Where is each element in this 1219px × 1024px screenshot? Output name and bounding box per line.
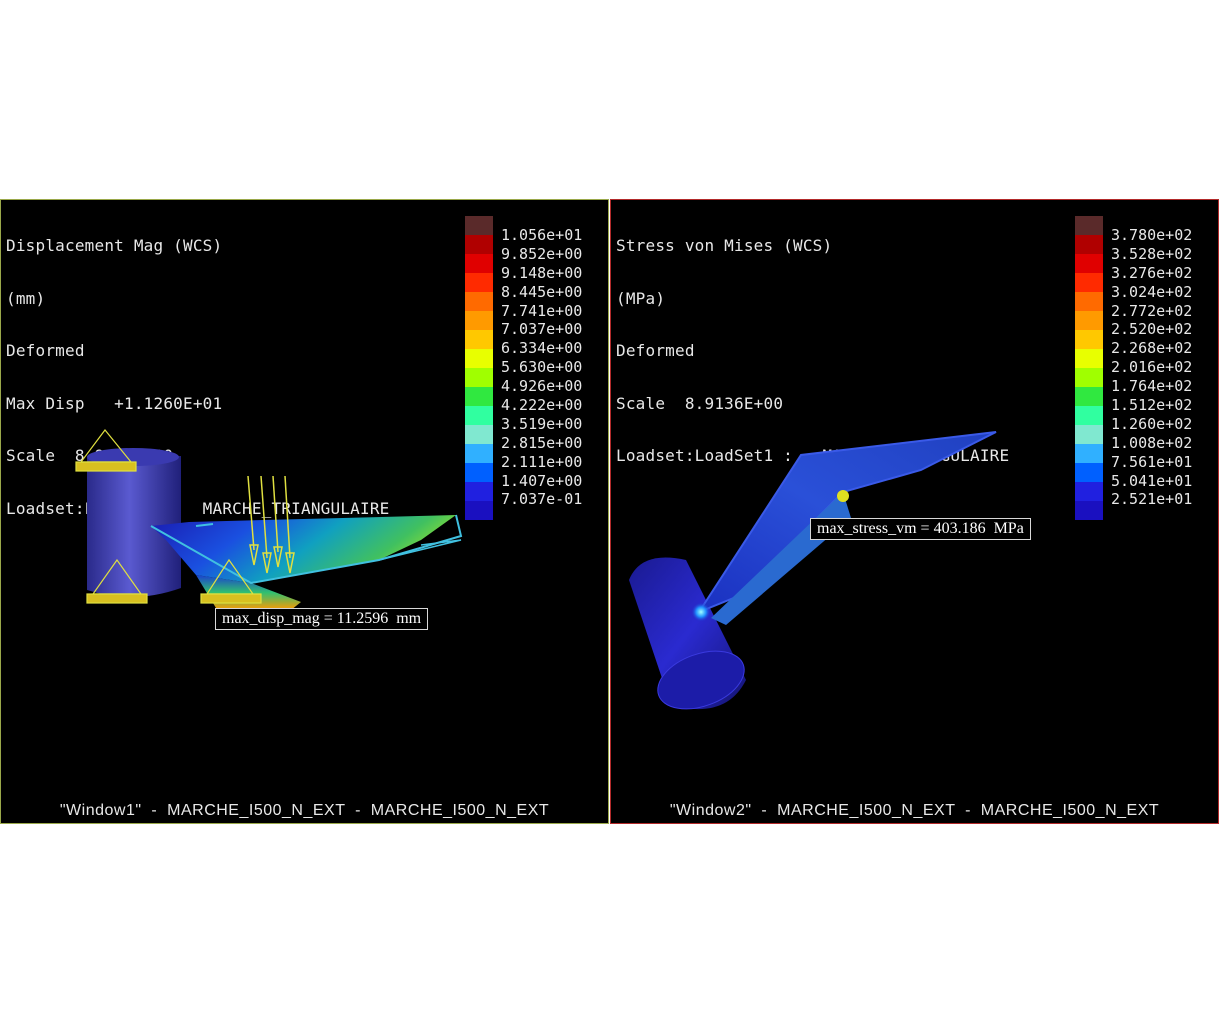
window-footer: "Window2" - MARCHE_I500_N_EXT - MARCHE_I… (669, 802, 1160, 819)
max-stress-callout: max_stress_vm = 403.186 MPa (810, 518, 1031, 540)
viewport-window2[interactable]: Stress von Mises (WCS) (MPa) Deformed Sc… (610, 199, 1219, 824)
fem-model-stress[interactable] (611, 200, 1218, 823)
fem-model-displacement[interactable] (1, 200, 608, 823)
window-footer: "Window1" - MARCHE_I500_N_EXT - MARCHE_I… (59, 802, 550, 819)
viewport-window1[interactable]: Displacement Mag (WCS) (mm) Deformed Max… (0, 199, 609, 824)
max-disp-callout: max_disp_mag = 11.2596 mm (215, 608, 429, 630)
